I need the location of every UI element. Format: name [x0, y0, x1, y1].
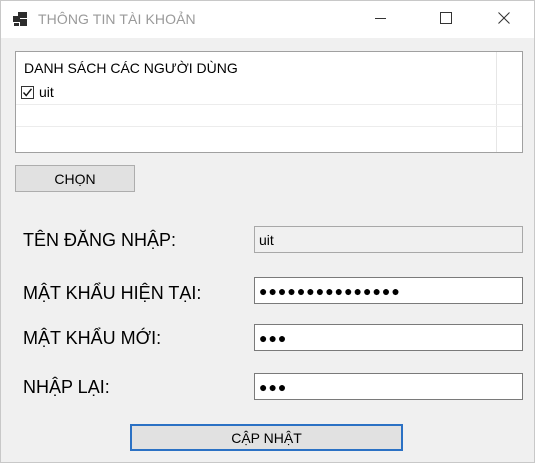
checkmark-icon	[22, 87, 33, 97]
confirm-password-field[interactable]	[254, 373, 523, 400]
app-window-icon	[13, 12, 27, 26]
list-item-label: uit	[39, 84, 54, 100]
update-button[interactable]: CẬP NHẬT	[130, 424, 403, 451]
minimize-button[interactable]	[357, 1, 403, 38]
minimize-icon	[374, 11, 386, 29]
close-icon	[498, 11, 510, 29]
list-column-separator	[496, 52, 497, 152]
confirm-password-label: NHẬP LẠI:	[23, 377, 110, 397]
list-row-divider	[16, 126, 522, 127]
current-password-field[interactable]	[254, 277, 523, 304]
maximize-icon	[440, 11, 452, 29]
username-field[interactable]	[254, 226, 523, 253]
window-title: THÔNG TIN TÀI KHOẢN	[38, 11, 196, 27]
list-item[interactable]: uit	[21, 83, 54, 101]
select-button[interactable]: CHỌN	[15, 165, 135, 192]
username-label: TÊN ĐĂNG NHẬP:	[23, 230, 177, 250]
maximize-button[interactable]	[423, 1, 469, 38]
new-password-label: MẬT KHẨU MỚI:	[23, 328, 162, 348]
user-list[interactable]: DANH SÁCH CÁC NGƯỜI DÙNG uit	[15, 51, 523, 153]
user-list-header: DANH SÁCH CÁC NGƯỜI DÙNG	[24, 60, 238, 76]
current-password-label: MẬT KHẨU HIỆN TẠI:	[23, 283, 202, 303]
list-row-divider	[16, 104, 522, 105]
user-checkbox[interactable]	[21, 85, 34, 99]
account-info-window: THÔNG TIN TÀI KHOẢN DANH SÁCH CÁC NGƯỜI …	[0, 0, 535, 463]
close-button[interactable]	[481, 1, 527, 38]
title-bar[interactable]: THÔNG TIN TÀI KHOẢN	[1, 1, 534, 38]
new-password-field[interactable]	[254, 324, 523, 351]
